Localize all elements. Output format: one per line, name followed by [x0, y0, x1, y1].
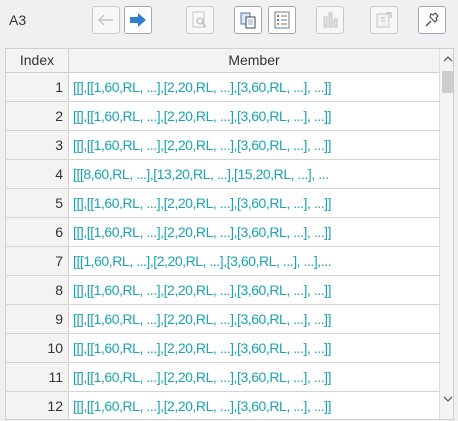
- row-index: 10: [6, 334, 69, 362]
- row-member-cell[interactable]: [[],[[1,60,RL, ...],[2,20,RL, ...],[3,60…: [69, 334, 439, 362]
- table-row[interactable]: 11 [[],[[1,60,RL, ...],[2,20,RL, ...],[3,…: [6, 363, 439, 392]
- results-grid: Index Member 1 [[],[[1,60,RL, ...],[2,20,…: [5, 48, 454, 420]
- row-member-cell[interactable]: [[[8,60,RL, ...],[13,20,RL, ...],[15,20,…: [69, 160, 439, 188]
- bar-chart-icon: [323, 12, 338, 28]
- row-member-cell[interactable]: [[],[[1,60,RL, ...],[2,20,RL, ...],[3,60…: [69, 189, 439, 217]
- row-index: 9: [6, 305, 69, 333]
- forward-button[interactable]: [124, 6, 152, 34]
- row-member-cell[interactable]: [[],[[1,60,RL, ...],[2,20,RL, ...],[3,60…: [69, 102, 439, 130]
- row-index: 2: [6, 102, 69, 130]
- grid-rows: 1 [[],[[1,60,RL, ...],[2,20,RL, ...],[3,6…: [6, 73, 439, 419]
- copy-button[interactable]: [234, 6, 262, 34]
- magnifier-page-icon: [192, 11, 207, 28]
- row-index: 7: [6, 247, 69, 275]
- row-index: 3: [6, 131, 69, 159]
- list-icon: [274, 11, 290, 29]
- row-index: 6: [6, 218, 69, 246]
- scroll-thumb[interactable]: [442, 71, 453, 93]
- grid-header: Index Member: [6, 49, 439, 73]
- row-member-cell[interactable]: [[],[[1,60,RL, ...],[2,20,RL, ...],[3,60…: [69, 363, 439, 391]
- row-member-cell[interactable]: [[],[[1,60,RL, ...],[2,20,RL, ...],[3,60…: [69, 392, 439, 419]
- table-row[interactable]: 8 [[],[[1,60,RL, ...],[2,20,RL, ...],[3,6…: [6, 276, 439, 305]
- row-index: 8: [6, 276, 69, 304]
- column-header-member[interactable]: Member: [69, 49, 439, 72]
- scroll-down-button[interactable]: [440, 391, 453, 407]
- column-header-index[interactable]: Index: [6, 49, 69, 72]
- row-member-cell[interactable]: [[[1,60,RL, ...],[2,20,RL, ...],[3,60,RL…: [69, 247, 439, 275]
- row-index: 1: [6, 73, 69, 101]
- chart-button[interactable]: [316, 6, 344, 34]
- export-button[interactable]: [370, 6, 398, 34]
- vertical-scrollbar[interactable]: [439, 49, 453, 419]
- export-icon: [376, 12, 392, 28]
- row-member-cell[interactable]: [[],[[1,60,RL, ...],[2,20,RL, ...],[3,60…: [69, 218, 439, 246]
- back-button[interactable]: [92, 6, 120, 34]
- copy-icon: [240, 12, 256, 29]
- row-index: 11: [6, 363, 69, 391]
- table-row[interactable]: 1 [[],[[1,60,RL, ...],[2,20,RL, ...],[3,6…: [6, 73, 439, 102]
- table-row[interactable]: 5 [[],[[1,60,RL, ...],[2,20,RL, ...],[3,6…: [6, 189, 439, 218]
- list-view-button[interactable]: [268, 6, 296, 34]
- row-member-cell[interactable]: [[],[[1,60,RL, ...],[2,20,RL, ...],[3,60…: [69, 276, 439, 304]
- table-row[interactable]: 4 [[[8,60,RL, ...],[13,20,RL, ...],[15,20…: [6, 160, 439, 189]
- table-row[interactable]: 9 [[],[[1,60,RL, ...],[2,20,RL, ...],[3,6…: [6, 305, 439, 334]
- table-row[interactable]: 7 [[[1,60,RL, ...],[2,20,RL, ...],[3,60,R…: [6, 247, 439, 276]
- table-row[interactable]: 2 [[],[[1,60,RL, ...],[2,20,RL, ...],[3,6…: [6, 102, 439, 131]
- preview-button[interactable]: [186, 6, 214, 34]
- scroll-up-button[interactable]: [440, 51, 453, 67]
- row-member-cell[interactable]: [[],[[1,60,RL, ...],[2,20,RL, ...],[3,60…: [69, 305, 439, 333]
- chevron-down-icon: [443, 396, 452, 402]
- row-member-cell[interactable]: [[],[[1,60,RL, ...],[2,20,RL, ...],[3,60…: [69, 73, 439, 101]
- pin-button[interactable]: [418, 6, 446, 34]
- table-row[interactable]: 10 [[],[[1,60,RL, ...],[2,20,RL, ...],[3,…: [6, 334, 439, 363]
- table-row[interactable]: 3 [[],[[1,60,RL, ...],[2,20,RL, ...],[3,6…: [6, 131, 439, 160]
- toolbar: A3: [0, 0, 458, 48]
- chevron-up-icon: [443, 56, 452, 62]
- arrow-right-icon: [130, 13, 146, 27]
- row-index: 4: [6, 160, 69, 188]
- row-index: 12: [6, 392, 69, 419]
- row-member-cell[interactable]: [[],[[1,60,RL, ...],[2,20,RL, ...],[3,60…: [69, 131, 439, 159]
- table-row[interactable]: 6 [[],[[1,60,RL, ...],[2,20,RL, ...],[3,6…: [6, 218, 439, 247]
- arrow-left-icon: [97, 14, 113, 26]
- cell-reference-label: A3: [9, 12, 27, 28]
- table-row[interactable]: 12 [[],[[1,60,RL, ...],[2,20,RL, ...],[3,…: [6, 392, 439, 419]
- pin-icon: [425, 12, 439, 27]
- row-index: 5: [6, 189, 69, 217]
